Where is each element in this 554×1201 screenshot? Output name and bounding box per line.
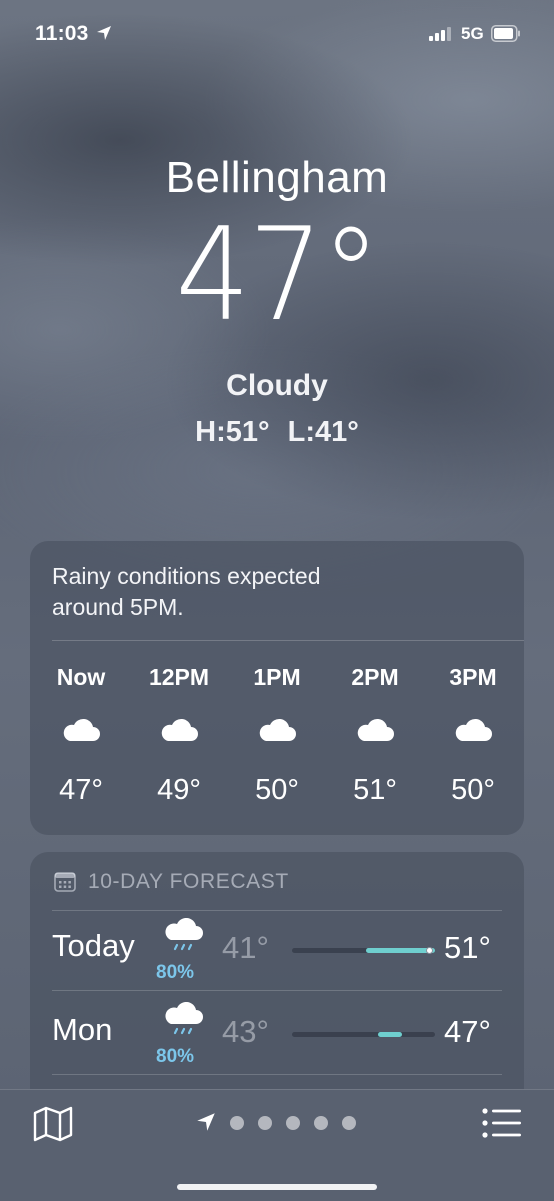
hour-item: 2PM 51° xyxy=(330,661,420,808)
battery-icon xyxy=(491,25,520,42)
list-icon[interactable] xyxy=(481,1106,523,1140)
ten-day-forecast-card[interactable]: 10-DAY FORECAST Today 80% 41° 51° Mon 80… xyxy=(30,852,524,1112)
city-name: Bellingham xyxy=(165,153,389,202)
summary-line-2: around 5PM. xyxy=(52,594,184,620)
high-low: H:51° L:41° xyxy=(0,414,554,450)
location-arrow-icon xyxy=(97,26,111,40)
hour-item: Now 47° xyxy=(36,661,126,808)
temperature-range-bar xyxy=(292,947,435,954)
cloud-icon xyxy=(455,718,492,741)
page-indicator[interactable] xyxy=(230,1116,356,1130)
forecast-high: 47° xyxy=(444,1014,491,1049)
hour-item: 1PM 50° xyxy=(232,661,322,808)
current-temperature: 47° xyxy=(175,201,380,350)
high-temp: H:51° xyxy=(195,416,270,448)
status-time: 11:03 xyxy=(35,22,89,45)
hour-label: 1PM xyxy=(253,664,301,690)
forecast-header-label: 10-DAY FORECAST xyxy=(88,870,289,893)
temperature-range-fill xyxy=(377,1032,403,1037)
hour-temp: 47° xyxy=(59,774,103,806)
forecast-header: 10-DAY FORECAST xyxy=(54,870,289,894)
low-temp: L:41° xyxy=(287,416,359,448)
hour-label: 2PM xyxy=(351,664,399,690)
hour-temp: 50° xyxy=(451,774,495,806)
map-icon[interactable] xyxy=(33,1106,73,1142)
hour-item: 3PM 50° xyxy=(428,661,518,808)
hour-label: 3PM xyxy=(449,664,497,690)
forecast-day: Mon xyxy=(52,1012,113,1047)
location-arrow-icon[interactable] xyxy=(196,1112,216,1132)
divider xyxy=(52,1074,502,1075)
cloud-rain-icon xyxy=(165,918,203,951)
hour-label: 12PM xyxy=(148,664,210,690)
condition-text: Cloudy xyxy=(226,369,328,402)
forecast-day: Today xyxy=(52,928,135,963)
cloud-icon xyxy=(161,718,198,741)
temperature-range-fill xyxy=(366,948,435,953)
forecast-row-today[interactable]: Today 80% 41° 51° xyxy=(30,910,524,990)
hour-item: 12PM 49° xyxy=(134,661,224,808)
divider xyxy=(52,640,524,641)
hour-temp: 51° xyxy=(353,774,397,806)
network-type: 5G xyxy=(461,24,484,43)
current-conditions: Bellingham 47° Cloudy H:51° L:41° xyxy=(0,150,554,450)
page-dot[interactable] xyxy=(314,1116,328,1130)
page-dot[interactable] xyxy=(286,1116,300,1130)
forecast-low: 41° xyxy=(222,930,269,965)
cloud-icon xyxy=(63,718,100,741)
calendar-icon xyxy=(54,872,76,892)
summary-line-1: Rainy conditions expected xyxy=(52,563,321,589)
hour-temp: 50° xyxy=(255,774,299,806)
forecast-low: 43° xyxy=(222,1014,269,1049)
status-bar: 11:03 5G xyxy=(0,0,554,70)
hourly-summary: Rainy conditions expected around 5PM. xyxy=(52,561,502,623)
divider xyxy=(52,990,502,991)
cloud-icon xyxy=(357,718,394,741)
page-dot[interactable] xyxy=(230,1116,244,1130)
forecast-high: 51° xyxy=(444,930,491,965)
signal-icon xyxy=(429,27,451,41)
bottom-toolbar xyxy=(0,1089,554,1201)
cloud-rain-icon xyxy=(165,1002,203,1035)
hourly-list[interactable]: Now 47° 12PM 49° 1PM 50° 2PM 51° 3PM 50° xyxy=(30,661,524,808)
page-dot[interactable] xyxy=(258,1116,272,1130)
page-dot[interactable] xyxy=(342,1116,356,1130)
precip-chance: 80% xyxy=(156,962,195,983)
hourly-forecast-card[interactable]: Rainy conditions expected around 5PM. No… xyxy=(30,541,524,835)
precip-chance: 80% xyxy=(156,1046,195,1067)
temperature-range-bar xyxy=(292,1032,435,1037)
hour-label: Now xyxy=(56,664,106,690)
forecast-row-mon[interactable]: Mon 80% 43° 47° xyxy=(30,994,524,1074)
hour-temp: 49° xyxy=(157,774,201,806)
home-indicator[interactable] xyxy=(177,1184,377,1190)
cloud-icon xyxy=(259,718,296,741)
